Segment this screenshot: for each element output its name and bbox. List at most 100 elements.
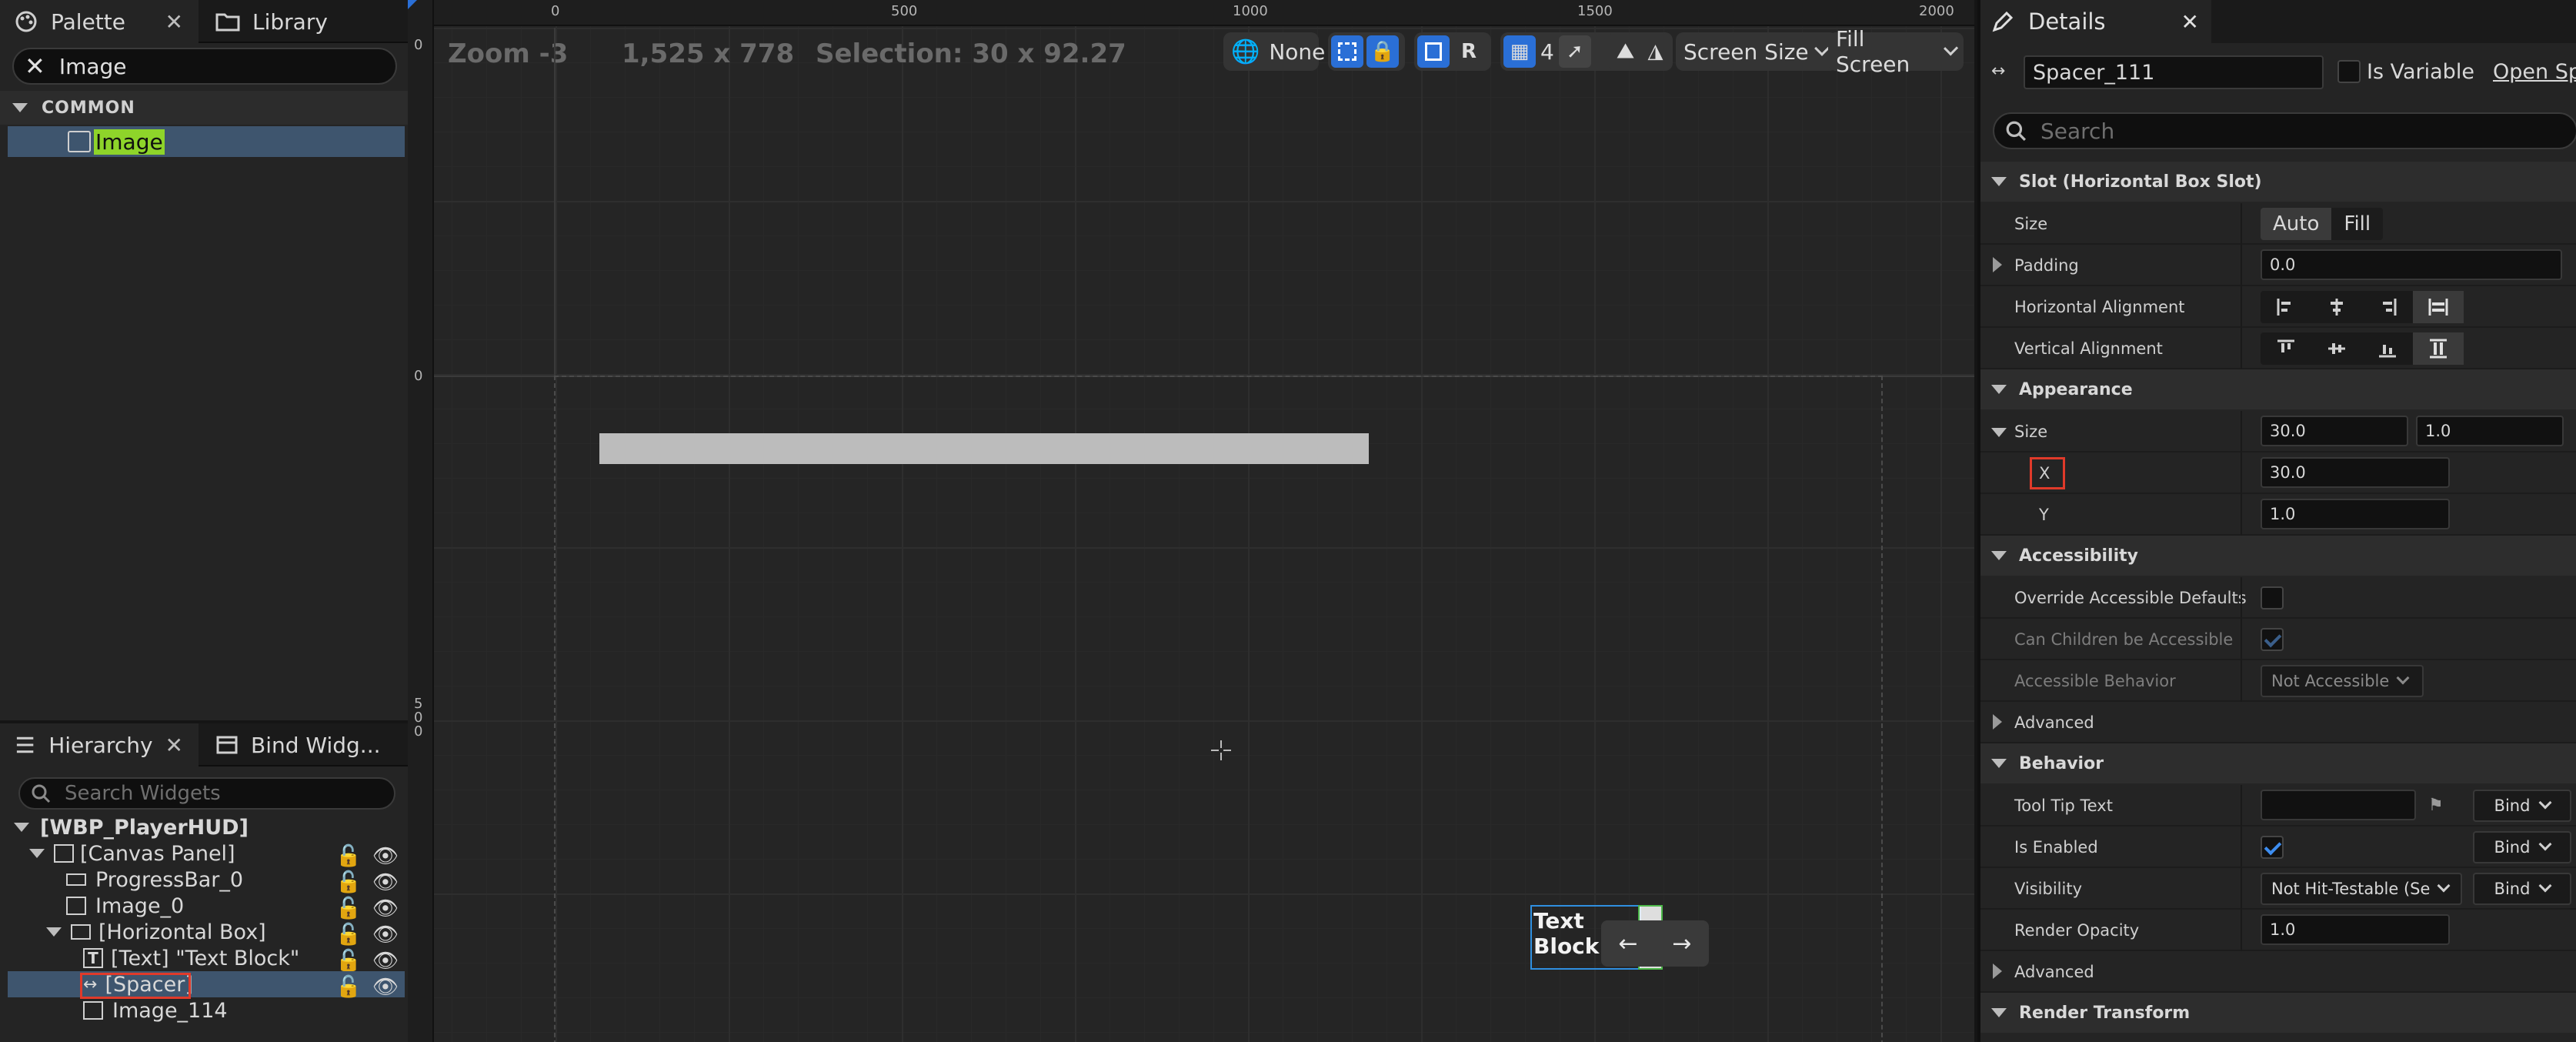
align-left-icon[interactable] [2261, 291, 2311, 323]
details-search-input[interactable]: Search [1993, 112, 2576, 149]
expand-arrow-icon [12, 103, 28, 112]
chevron-down-icon [1943, 41, 1959, 56]
size-x-input[interactable]: 30.0 [2261, 416, 2408, 446]
align-right-icon[interactable] [2362, 291, 2413, 323]
tree-node-image-0[interactable]: Image_0 🔓 👁 [8, 893, 405, 920]
expand-arrow-icon[interactable] [1993, 964, 2002, 979]
widget-name-field[interactable]: Spacer_111 [2024, 55, 2324, 89]
tab-palette[interactable]: Palette ✕ [0, 0, 199, 43]
category-common[interactable]: COMMON [0, 91, 408, 125]
move-right-button[interactable]: → [1672, 930, 1691, 957]
section-behavior[interactable]: Behavior [1980, 743, 2576, 783]
grid-snap-icon[interactable]: ▦ [1503, 35, 1536, 68]
fill-screen-label: Fill Screen [1836, 26, 1910, 77]
column-divider [2241, 411, 2242, 453]
lock-icon[interactable]: 🔒 [1366, 35, 1399, 68]
tree-node-horizontal-box[interactable]: [Horizontal Box] 🔓 👁 [8, 919, 405, 947]
tree-node-spacer[interactable]: ↔ [Spacer] 🔓 👁 [8, 971, 405, 999]
lock-icon[interactable]: 🔓 [335, 843, 362, 868]
layout-mode-icon[interactable] [1417, 35, 1450, 68]
screen-size-dropdown[interactable]: Screen Size [1676, 32, 1837, 71]
lock-icon[interactable]: 🔓 [335, 974, 362, 999]
section-render-transform[interactable]: Render Transform [1980, 993, 2576, 1033]
prop-can-children: Can Children be Accessible [1980, 619, 2576, 660]
align-fill-h-icon[interactable] [2413, 291, 2464, 323]
tree-node-image-114[interactable]: Image_114 [8, 997, 405, 1024]
lock-icon[interactable]: 🔓 [335, 922, 362, 947]
lock-icon[interactable]: 🔓 [335, 948, 362, 973]
flip-icon[interactable]: ◮ [1641, 35, 1670, 68]
tab-bind-widgets-label: Bind Widg... [251, 732, 381, 758]
is-enabled-checkbox[interactable] [2261, 836, 2284, 859]
bind-button[interactable]: Bind [2473, 873, 2571, 905]
tooltip-input[interactable] [2261, 790, 2416, 820]
tree-node-progressbar[interactable]: ProgressBar_0 🔓 👁 [8, 867, 405, 894]
section-slot[interactable]: Slot (Horizontal Box Slot) [1980, 162, 2576, 202]
align-top-icon[interactable] [2261, 332, 2311, 365]
section-accessibility-label: Accessibility [2019, 546, 2138, 566]
visibility-dropdown[interactable]: Not Hit-Testable (Se [2261, 873, 2462, 905]
prop-advanced-behavior[interactable]: Advanced [1980, 951, 2576, 993]
section-appearance[interactable]: Appearance [1980, 369, 2576, 409]
tab-library[interactable]: Library [202, 0, 408, 43]
prop-label: Tool Tip Text [2014, 797, 2113, 815]
tab-bind-widgets[interactable]: Bind Widg... [202, 723, 408, 766]
close-icon[interactable]: ✕ [2181, 9, 2199, 35]
padding-input[interactable]: 0.0 [2261, 249, 2562, 280]
fill-screen-dropdown[interactable]: Fill Screen [1828, 26, 1964, 77]
section-accessibility[interactable]: Accessibility [1980, 536, 2576, 576]
grid-size-value[interactable]: 4 [1540, 39, 1554, 65]
cursor-icon[interactable]: ➚ [1558, 35, 1591, 68]
render-opacity-input[interactable]: 1.0 [2261, 914, 2450, 945]
open-spacer-link[interactable]: Open Spa [2493, 60, 2576, 84]
designer-viewport[interactable]: 0 500 1000 1500 2000 0 0 5 0 0 Zoom -3 1… [408, 0, 1974, 1042]
align-bottom-icon[interactable] [2362, 332, 2413, 365]
eye-icon[interactable]: 👁 [372, 843, 399, 868]
lock-icon[interactable]: 🔓 [335, 870, 362, 894]
tab-details[interactable]: Details ✕ [1980, 0, 2211, 43]
eye-icon[interactable]: 👁 [372, 870, 399, 894]
expand-arrow-icon[interactable] [1993, 257, 2002, 272]
size-fill-button[interactable]: Fill [2331, 208, 2383, 240]
expand-arrow-icon[interactable] [1993, 714, 2002, 730]
tab-hierarchy[interactable]: Hierarchy ✕ [0, 723, 199, 766]
bind-button[interactable]: Bind [2473, 790, 2571, 822]
is-variable-checkbox[interactable] [2337, 60, 2361, 83]
chevron-down-icon [2538, 837, 2552, 851]
marquee-select-icon[interactable] [1331, 35, 1363, 68]
eye-icon[interactable]: 👁 [372, 896, 399, 920]
landscape-icon[interactable]: ⛰ [1611, 35, 1640, 68]
progressbar-widget[interactable] [599, 433, 1369, 464]
palette-search-input[interactable]: ✕ Image [12, 48, 397, 85]
collapse-arrow-icon[interactable] [1991, 428, 2007, 437]
override-accessible-checkbox[interactable] [2261, 586, 2284, 610]
eye-icon[interactable]: 👁 [372, 922, 399, 947]
eye-icon[interactable]: 👁 [372, 974, 399, 999]
h-align-buttons [2261, 291, 2464, 323]
tree-node-text-block[interactable]: T [Text] "Text Block" 🔓 👁 [8, 945, 405, 973]
clear-search-icon[interactable]: ✕ [25, 52, 45, 81]
move-left-button[interactable]: ← [1618, 930, 1637, 957]
collapse-arrow-icon [1991, 759, 2007, 768]
flag-icon[interactable]: ⚑ [2428, 796, 2444, 815]
respect-locks-button[interactable]: R [1453, 35, 1485, 68]
bind-button[interactable]: Bind [2473, 831, 2571, 863]
close-icon[interactable]: ✕ [165, 733, 183, 758]
prop-advanced[interactable]: Advanced [1980, 702, 2576, 743]
eye-icon[interactable]: 👁 [372, 948, 399, 973]
align-fill-v-icon[interactable] [2413, 332, 2464, 365]
x-input[interactable]: 30.0 [2261, 457, 2450, 488]
align-center-v-icon[interactable] [2311, 332, 2362, 365]
lock-icon[interactable]: 🔓 [335, 896, 362, 920]
tree-node-canvas-panel[interactable]: [Canvas Panel] 🔓 👁 [8, 840, 405, 868]
size-auto-button[interactable]: Auto [2261, 208, 2332, 240]
hierarchy-search-input[interactable]: Search Widgets [18, 777, 395, 810]
tree-node-root[interactable]: [WBP_PlayerHUD] [8, 814, 405, 840]
palette-item-image[interactable]: Image [8, 126, 405, 157]
accessible-behavior-value: Not Accessible [2271, 672, 2390, 690]
close-icon[interactable]: ✕ [165, 9, 183, 35]
align-center-h-icon[interactable] [2311, 291, 2362, 323]
localization-preview-dropdown[interactable]: 🌐 None [1223, 32, 1325, 71]
size-y-input[interactable]: 1.0 [2416, 416, 2564, 446]
y-input[interactable]: 1.0 [2261, 499, 2450, 529]
